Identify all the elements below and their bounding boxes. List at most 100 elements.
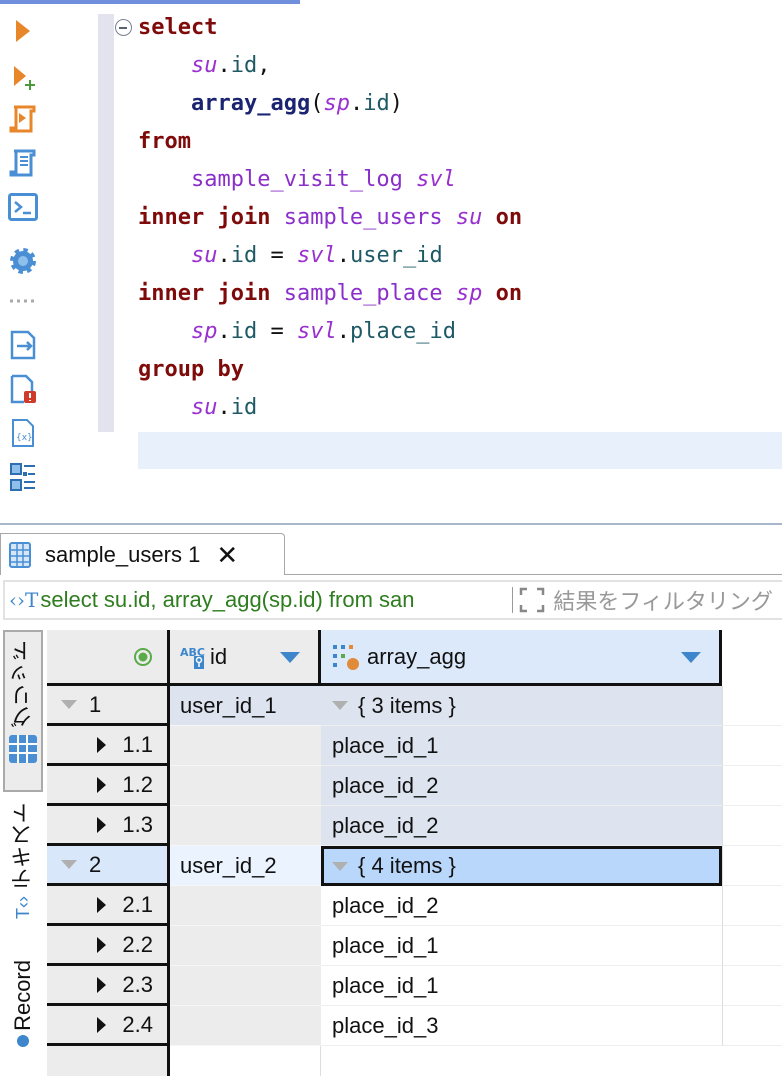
- cell-value: place_id_2: [332, 772, 439, 798]
- column-header-id[interactable]: ABC id: [170, 630, 321, 686]
- code-token: =: [257, 243, 297, 268]
- array-agg-cell[interactable]: { 4 items }: [321, 846, 722, 886]
- grid-icon: [9, 735, 37, 763]
- cell-value: place_id_2: [332, 892, 439, 918]
- row-header-corner[interactable]: [47, 630, 170, 686]
- outline-icon[interactable]: [8, 462, 38, 492]
- code-token: su: [190, 243, 218, 268]
- tab-results-sample-users[interactable]: sample_users 1 ✕: [0, 533, 285, 575]
- array-agg-cell[interactable]: place_id_1: [321, 966, 722, 1006]
- code-token: .: [217, 395, 231, 420]
- empty-cell[interactable]: [722, 966, 782, 1006]
- execute-statement-icon[interactable]: [8, 16, 38, 46]
- code-token: ,: [257, 53, 271, 78]
- collapse-icon[interactable]: [332, 861, 348, 871]
- column-name: id: [210, 643, 228, 669]
- row-header[interactable]: 2.2: [47, 926, 170, 966]
- table-icon: [9, 541, 31, 568]
- code-token: svl: [296, 243, 337, 268]
- row-header[interactable]: 1: [47, 686, 170, 726]
- code-token: .: [217, 243, 231, 268]
- execute-script-icon[interactable]: [8, 104, 38, 134]
- empty-cell[interactable]: [722, 926, 782, 966]
- array-agg-cell[interactable]: place_id_1: [321, 926, 722, 966]
- id-cell[interactable]: user_id_2: [170, 846, 321, 886]
- row-header[interactable]: 2.1: [47, 886, 170, 926]
- tab-record[interactable]: Record: [3, 960, 43, 1076]
- tab-grid[interactable]: グリッド: [3, 630, 43, 792]
- expand-icon[interactable]: [97, 776, 107, 793]
- expand-icon[interactable]: [97, 736, 107, 753]
- execute-in-new-tab-icon[interactable]: [8, 62, 38, 92]
- error-log-icon[interactable]: [8, 374, 38, 404]
- code-line: su.id = svl.user_id: [138, 237, 522, 275]
- expand-icon[interactable]: [97, 816, 107, 833]
- array-agg-cell[interactable]: place_id_2: [321, 806, 722, 846]
- expand-icon[interactable]: [97, 1016, 107, 1033]
- id-cell[interactable]: user_id_1: [170, 686, 321, 726]
- code-token: place_id: [349, 319, 456, 344]
- empty-cell[interactable]: [722, 806, 782, 846]
- row-header[interactable]: 1.1: [47, 726, 170, 766]
- query-text[interactable]: select su.id, array_agg(sp.id) from san: [40, 587, 506, 613]
- settings-icon[interactable]: [8, 246, 38, 276]
- column-header-array-agg[interactable]: array_agg: [321, 630, 722, 686]
- row-number: 2: [89, 851, 102, 877]
- code-token: on: [482, 281, 523, 306]
- execute-script-new-tab-icon[interactable]: [8, 148, 38, 178]
- expand-icon[interactable]: [97, 936, 107, 953]
- console-icon[interactable]: [8, 192, 38, 222]
- panel-divider[interactable]: [0, 523, 782, 525]
- row-header[interactable]: 1.3: [47, 806, 170, 846]
- id-cell[interactable]: [170, 766, 321, 806]
- row-number: 1.1: [122, 731, 153, 757]
- tab-text[interactable]: テキスト T‹›: [3, 802, 43, 952]
- sort-dropdown-icon[interactable]: [280, 652, 300, 663]
- row-header[interactable]: 2: [47, 846, 170, 886]
- id-cell[interactable]: [170, 726, 321, 766]
- empty-cell[interactable]: [722, 726, 782, 766]
- code-line: sp.id = svl.place_id: [138, 313, 522, 351]
- collapse-icon[interactable]: [61, 860, 77, 869]
- array-agg-cell[interactable]: place_id_2: [321, 766, 722, 806]
- empty-cell[interactable]: [722, 846, 782, 886]
- code-token: .: [217, 53, 231, 78]
- empty-cell[interactable]: [722, 886, 782, 926]
- variables-icon[interactable]: {x}: [8, 418, 38, 448]
- code-token: inner join: [138, 205, 284, 230]
- sort-dropdown-icon[interactable]: [681, 652, 701, 663]
- id-cell[interactable]: [170, 926, 321, 966]
- sql-editor[interactable]: select su.id, array_agg(sp.id) from sampl…: [138, 9, 522, 427]
- cell-value: { 3 items }: [358, 692, 456, 718]
- id-cell[interactable]: [170, 1006, 321, 1046]
- id-cell[interactable]: [170, 966, 321, 1006]
- id-cell[interactable]: [170, 806, 321, 846]
- code-line: su.id,: [138, 47, 522, 85]
- separator: [512, 587, 514, 613]
- array-agg-cell[interactable]: { 3 items }: [321, 686, 722, 726]
- row-header[interactable]: 1.2: [47, 766, 170, 806]
- empty-cell[interactable]: [722, 686, 782, 726]
- export-icon[interactable]: [8, 330, 38, 360]
- row-header[interactable]: 2.3: [47, 966, 170, 1006]
- expand-icon[interactable]: [97, 976, 107, 993]
- code-token: id: [230, 395, 258, 420]
- fold-collapse-icon[interactable]: [115, 19, 132, 36]
- code-token: on: [482, 205, 523, 230]
- array-agg-cell[interactable]: place_id_1: [321, 726, 722, 766]
- expand-icon[interactable]: [97, 896, 107, 913]
- id-cell[interactable]: [170, 886, 321, 926]
- row-header[interactable]: 2.4: [47, 1006, 170, 1046]
- code-line: inner join sample_place sp on: [138, 275, 522, 313]
- empty-cell[interactable]: [722, 766, 782, 806]
- code-token: svl: [416, 167, 456, 192]
- collapse-icon[interactable]: [61, 700, 77, 709]
- filter-input[interactable]: 結果をフィルタリング: [553, 584, 773, 616]
- expand-icon[interactable]: [519, 587, 545, 613]
- empty-cell[interactable]: [722, 1006, 782, 1046]
- array-agg-cell[interactable]: place_id_3: [321, 1006, 722, 1046]
- close-icon[interactable]: ✕: [216, 542, 238, 568]
- array-agg-cell[interactable]: place_id_2: [321, 886, 722, 926]
- collapse-icon[interactable]: [332, 701, 348, 710]
